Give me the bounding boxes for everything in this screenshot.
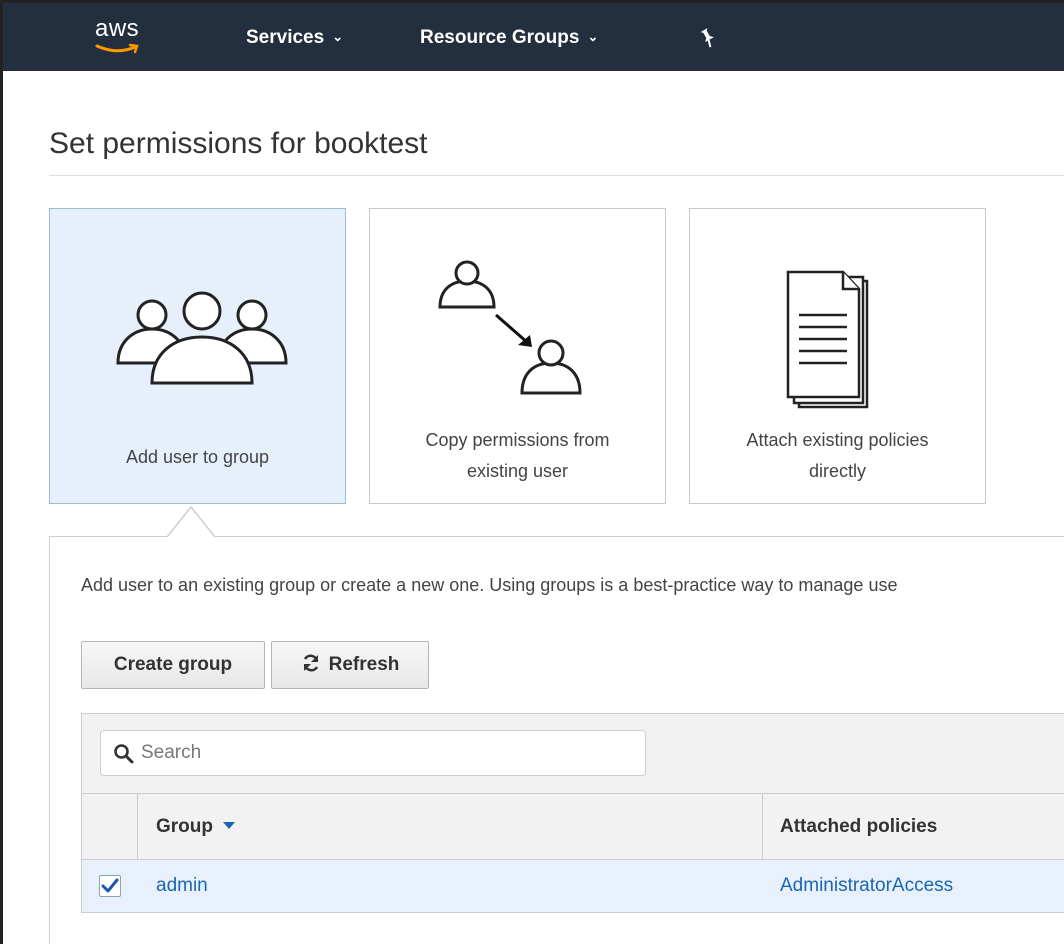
group-name-link[interactable]: admin xyxy=(156,875,208,897)
refresh-label: Refresh xyxy=(328,654,400,675)
create-group-button[interactable]: Create group xyxy=(81,641,265,689)
pin-icon[interactable] xyxy=(698,27,718,49)
aws-logo-text: aws xyxy=(95,15,140,42)
search-input[interactable] xyxy=(139,737,629,769)
services-menu[interactable]: Services ⌄ xyxy=(246,27,343,49)
table-toolbar xyxy=(82,714,1064,794)
search-icon xyxy=(114,744,134,764)
groups-table: Group Attached policies admin Administra… xyxy=(81,713,1064,913)
option-label-attach-policies-line1: Attach existing policies xyxy=(746,430,929,450)
refresh-icon xyxy=(303,654,318,672)
title-divider xyxy=(49,175,1064,176)
policy-document-icon xyxy=(786,270,869,409)
search-box[interactable] xyxy=(100,730,646,776)
option-copy-permissions[interactable]: Copy permissions from existing user xyxy=(369,208,666,504)
select-column-header xyxy=(82,794,138,860)
top-navigation-bar: aws Services ⌄ Resource Groups ⌄ xyxy=(3,3,1064,71)
option-label-add-user-to-group: Add user to group xyxy=(125,447,270,467)
option-attach-policies[interactable]: Attach existing policies directly xyxy=(689,208,986,504)
column-header-group-label: Group xyxy=(156,816,213,837)
window-frame: aws Services ⌄ Resource Groups ⌄ Set permi… xyxy=(0,0,1064,944)
panel-pointer-arrow xyxy=(167,505,216,538)
resource-groups-menu[interactable]: Resource Groups ⌄ xyxy=(420,27,598,49)
checkmark-icon xyxy=(101,878,119,893)
option-label-attach-policies-line2: directly xyxy=(808,461,866,481)
refresh-button[interactable]: Refresh xyxy=(271,641,429,689)
column-header-attached-policies[interactable]: Attached policies xyxy=(780,816,937,838)
column-divider xyxy=(762,794,763,860)
option-label-copy-permissions-line2: existing user xyxy=(466,461,569,481)
column-header-group[interactable]: Group xyxy=(156,816,235,838)
option-label-copy-permissions-line1: Copy permissions from xyxy=(425,430,610,450)
copy-user-permissions-icon xyxy=(438,260,582,395)
table-header-row: Group Attached policies xyxy=(82,794,1064,860)
sort-descending-icon xyxy=(223,822,235,829)
group-users-icon xyxy=(116,291,288,385)
chevron-down-icon: ⌄ xyxy=(587,29,599,44)
row-checkbox[interactable] xyxy=(99,875,121,897)
table-row[interactable]: admin AdministratorAccess xyxy=(82,860,1064,912)
option-add-user-to-group[interactable]: Add user to group xyxy=(49,208,346,504)
services-label: Services xyxy=(246,27,325,48)
aws-logo[interactable]: aws xyxy=(95,15,165,63)
resource-groups-label: Resource Groups xyxy=(420,27,580,48)
chevron-down-icon: ⌄ xyxy=(332,29,344,44)
panel-description: Add user to an existing group or create … xyxy=(81,575,898,595)
attached-policy-link[interactable]: AdministratorAccess xyxy=(780,875,953,897)
aws-smile-icon xyxy=(95,43,139,54)
page-title: Set permissions for booktest xyxy=(49,127,428,160)
